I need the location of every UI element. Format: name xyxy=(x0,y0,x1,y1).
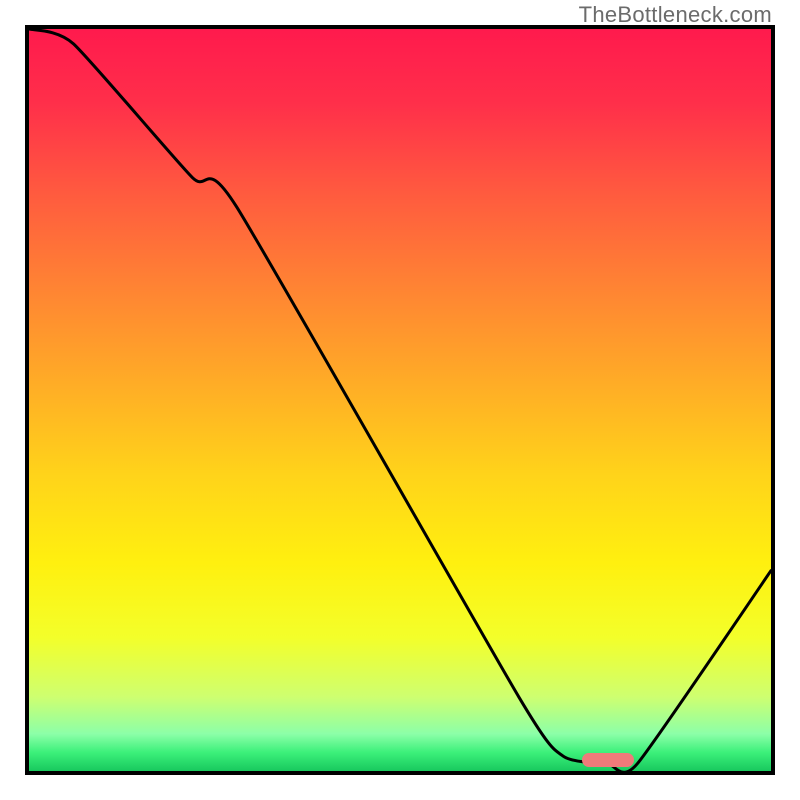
optimal-marker xyxy=(582,753,634,767)
chart-frame xyxy=(25,25,775,775)
bottleneck-curve xyxy=(29,29,771,771)
